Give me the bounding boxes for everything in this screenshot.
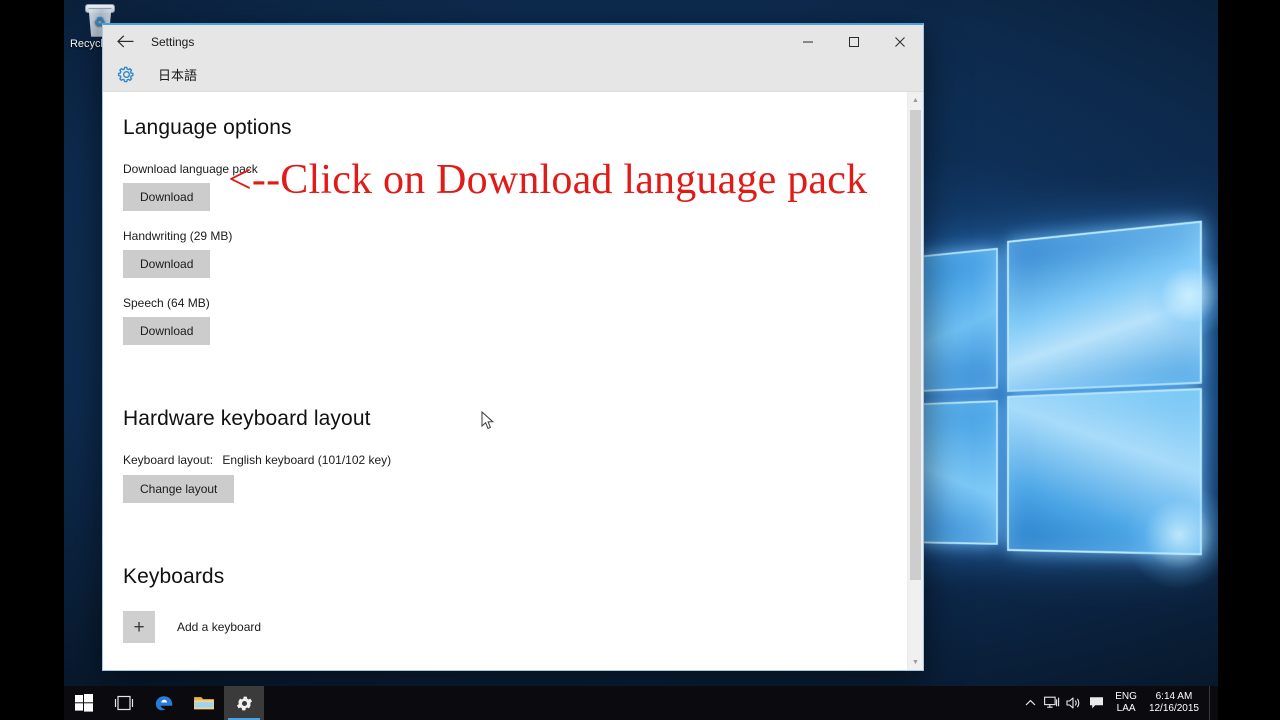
system-tray[interactable]: ENG LAA 6:14 AM 12/16/2015 <box>1019 686 1218 720</box>
download-language-pack-button[interactable]: Download <box>123 183 210 211</box>
settings-window[interactable]: Settings 日本語 Language options Download l… <box>102 23 924 671</box>
gear-icon <box>114 63 138 87</box>
title-bar[interactable]: Settings <box>103 25 923 58</box>
download-handwriting-button[interactable]: Download <box>123 250 210 278</box>
chevron-up-icon[interactable] <box>1019 686 1041 720</box>
task-view-icon <box>113 695 135 711</box>
speech-label: Speech (64 MB) <box>123 296 923 310</box>
action-center-icon[interactable] <box>1085 686 1107 720</box>
handwriting-label: Handwriting (29 MB) <box>123 229 923 243</box>
wallpaper-glow-bottom <box>1124 480 1218 590</box>
clock-time: 6:14 AM <box>1149 691 1199 703</box>
language-options-heading: Language options <box>123 116 923 140</box>
add-keyboard-row[interactable]: + Add a keyboard <box>123 611 923 643</box>
handwriting-row: Handwriting (29 MB) Download <box>123 229 923 296</box>
language-indicator-top: ENG <box>1115 691 1137 703</box>
clock-date: 12/16/2015 <box>1149 703 1199 715</box>
language-indicator-bottom: LAA <box>1115 703 1137 715</box>
folder-icon <box>193 694 215 712</box>
settings-button[interactable] <box>224 686 264 720</box>
windows-logo-icon <box>75 694 93 712</box>
keyboard-layout-value: English keyboard (101/102 key) <box>222 453 391 467</box>
current-language-label: 日本語 <box>158 65 197 84</box>
scroll-down-arrow-icon[interactable]: ▼ <box>908 654 923 670</box>
change-layout-button[interactable]: Change layout <box>123 475 234 503</box>
scrollbar-thumb[interactable] <box>910 110 921 580</box>
hardware-keyboard-heading: Hardware keyboard layout <box>123 407 923 431</box>
minimize-button[interactable] <box>785 25 831 58</box>
keyboard-layout-line: Keyboard layout: English keyboard (101/1… <box>123 453 923 467</box>
content-scrollbar[interactable]: ▲ ▼ <box>907 92 923 670</box>
keyboards-heading: Keyboards <box>123 565 923 589</box>
file-explorer-button[interactable] <box>184 686 224 720</box>
window-controls <box>785 25 923 58</box>
scroll-up-arrow-icon[interactable]: ▲ <box>908 92 923 108</box>
maximize-button[interactable] <box>831 25 877 58</box>
annotation-text: <--Click on Download language pack <box>228 156 867 204</box>
settings-subheader: 日本語 <box>103 58 923 92</box>
keyboard-layout-label: Keyboard layout: <box>123 453 213 467</box>
letterbox-right <box>1218 0 1280 720</box>
network-icon[interactable] <box>1041 686 1063 720</box>
task-view-button[interactable] <box>104 686 144 720</box>
window-title: Settings <box>151 35 194 49</box>
close-button[interactable] <box>877 25 923 58</box>
add-keyboard-label: Add a keyboard <box>177 620 261 634</box>
download-speech-button[interactable]: Download <box>123 317 210 345</box>
mouse-cursor <box>481 411 495 436</box>
gear-icon <box>235 694 254 713</box>
plus-icon[interactable]: + <box>123 611 155 643</box>
taskbar[interactable]: ENG LAA 6:14 AM 12/16/2015 <box>64 686 1218 720</box>
letterbox-left <box>0 0 64 720</box>
show-desktop-button[interactable] <box>1209 686 1218 720</box>
speech-row: Speech (64 MB) Download <box>123 296 923 363</box>
edge-icon <box>153 692 175 714</box>
language-indicator[interactable]: ENG LAA <box>1115 691 1137 715</box>
volume-icon[interactable] <box>1063 686 1085 720</box>
edge-button[interactable] <box>144 686 184 720</box>
clock[interactable]: 6:14 AM 12/16/2015 <box>1149 691 1199 715</box>
back-arrow-icon[interactable] <box>103 26 147 58</box>
screen: ♻ Recycle Bin Settings 日本語 Language opti… <box>0 0 1280 720</box>
start-button[interactable] <box>64 686 104 720</box>
